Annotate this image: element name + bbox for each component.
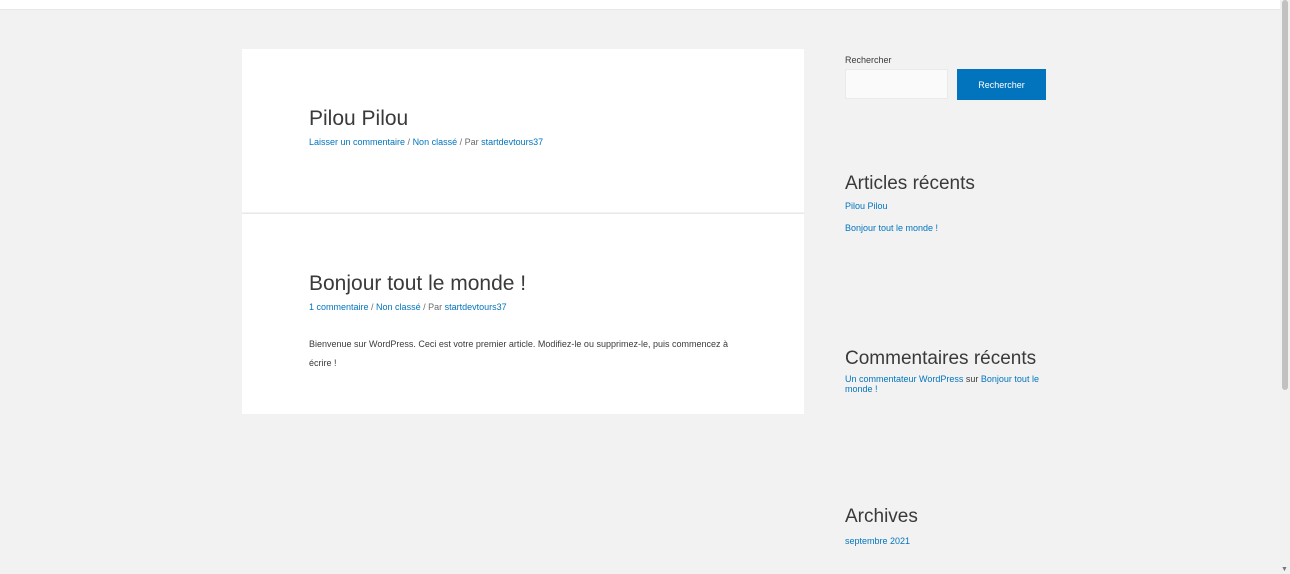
comments-link[interactable]: 1 commentaire — [309, 302, 369, 312]
post-title[interactable]: Pilou Pilou — [309, 107, 408, 131]
scrollbar-thumb[interactable] — [1282, 0, 1288, 390]
archives-title: Archives — [845, 506, 918, 527]
category-link[interactable]: Non classé — [413, 137, 458, 147]
post-excerpt: Bienvenue sur WordPress. Ceci est votre … — [309, 339, 728, 368]
archive-link[interactable]: septembre 2021 — [845, 536, 910, 546]
comment-on-text: sur — [963, 374, 981, 384]
recent-comments-title: Commentaires récents — [845, 348, 1037, 369]
page-scrollbar[interactable]: ▼ — [1280, 0, 1290, 574]
top-bar — [0, 0, 1280, 10]
author-link[interactable]: startdevtours37 — [481, 137, 543, 147]
post-meta: Laisser un commentaire / Non classé / Pa… — [309, 137, 543, 147]
post-card: Bonjour tout le monde ! 1 commentaire / … — [242, 213, 804, 414]
search-label: Rechercher — [845, 55, 892, 65]
comments-link[interactable]: Laisser un commentaire — [309, 137, 405, 147]
post-card: Pilou Pilou Laisser un commentaire / Non… — [242, 49, 804, 212]
category-link[interactable]: Non classé — [376, 302, 421, 312]
recent-comment: Un commentateur WordPress sur Bonjour to… — [845, 374, 1045, 394]
scroll-down-arrow-icon[interactable]: ▼ — [1281, 566, 1288, 574]
author-link[interactable]: startdevtours37 — [445, 302, 507, 312]
recent-post-link[interactable]: Pilou Pilou — [845, 201, 888, 211]
search-input[interactable] — [845, 69, 948, 99]
meta-separator: / Par — [420, 302, 445, 312]
meta-separator: / — [405, 137, 413, 147]
search-button[interactable]: Rechercher — [957, 69, 1046, 100]
comment-author-link[interactable]: Un commentateur WordPress — [845, 374, 963, 384]
post-meta: 1 commentaire / Non classé / Par startde… — [309, 302, 507, 312]
meta-separator: / — [368, 302, 377, 312]
meta-separator: / Par — [457, 137, 482, 147]
recent-posts-title: Articles récents — [845, 173, 975, 194]
post-title[interactable]: Bonjour tout le monde ! — [309, 272, 526, 296]
recent-post-link[interactable]: Bonjour tout le monde ! — [845, 223, 938, 233]
